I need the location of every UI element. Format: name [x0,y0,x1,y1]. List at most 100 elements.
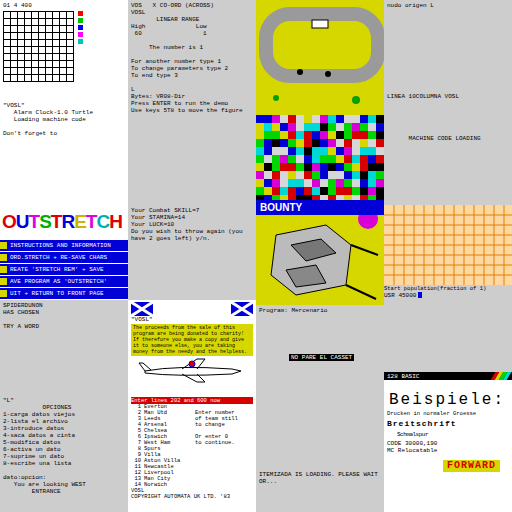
grid-cell [25,26,32,33]
logo-letter: S [39,211,51,232]
grid-cell [60,68,67,75]
grid-cell [11,75,18,82]
text-line: 8-escribe una lista [3,460,125,467]
menu-item[interactable]: ORD.STRETCH + RE-SAVE CHARS [0,251,128,263]
logo-letter: T [29,211,40,232]
grid-cell [32,33,39,40]
menu-item[interactable]: INSTRUCTIONS AND INFORMATION [0,239,128,251]
program-label: "VOSL" [131,316,253,323]
screenshot-tile: "VOSL" Alarm Clock-1.0 Turtle Loading ma… [0,100,128,205]
text-line: Your STAMINA=14 [131,214,253,221]
grid-cell [32,12,39,19]
wide-print-sample: Breitschrift [387,418,509,430]
grid-cell [25,54,32,61]
text-line: 3-introduce datos [3,425,125,432]
grid-cell [67,33,74,40]
text-line: The number is 1 [131,44,253,51]
text-line: Your LUCK=10 [131,221,253,228]
text-line: ENTRANCE [3,488,125,495]
grid-cell [18,12,25,19]
grid-cell [11,68,18,75]
text-line: MACHINE CODE LOADING [387,135,509,142]
cassette-notice: NO PARE EL CASSET [289,354,354,361]
grid-cell [53,19,60,26]
menu-item[interactable]: UIT + RETURN TO FRONT PAGE [0,287,128,299]
grid-cell [18,47,25,54]
grid-cell [46,40,53,47]
charity-notice: The proceeds from the sale of this progr… [131,324,253,356]
logo-letter: R [61,211,74,232]
grid-cell [4,75,11,82]
grid-cell [39,26,46,33]
grid-cell [18,54,25,61]
grid-cell [18,75,25,82]
text-line: 6-activa un dato [3,446,125,453]
text-line: To change parameters type 2 [131,65,253,72]
screenshot-tile: BOUNTY [256,200,384,305]
grid-cell [46,75,53,82]
grid-cell [25,75,32,82]
menu-item[interactable]: AVE PROGRAM AS 'OUTSTRETCH' [0,275,128,287]
legend-dot [78,25,83,30]
grid-cell [39,68,46,75]
menu-key-icon [0,266,7,273]
grid-cell [39,61,46,68]
grid-cell [32,54,39,61]
screenshot-tile: Start population(fraction of 1)USR 45000 [384,205,512,300]
legend-dot [78,32,83,37]
grid-cell [25,19,32,26]
grid-cell [39,19,46,26]
grid-cell [67,61,74,68]
grid-cell [39,54,46,61]
grid-cell [53,26,60,33]
text-line: "L" [3,397,125,404]
logo-letter: H [109,211,122,232]
grid-cell [4,61,11,68]
cursor [418,292,422,298]
mosaic-column: VOS X CO-ORD (ACROSS)VOSL LINEAR RANGEHi… [128,0,256,512]
game-title: BOUNTY [256,200,384,215]
menu-item[interactable]: REATE 'STRETCH REM' + SAVE [0,263,128,275]
text-line: 7-suprime un dato [3,453,125,460]
loading-status: ITEMIZADA IS LOADING. PLEASE WAIT OR... [259,471,381,485]
grid-cell [60,40,67,47]
text-line: For another number type 1 [131,58,253,65]
grid-cell [25,40,32,47]
grid-cell [32,26,39,33]
screenshot-tile: 128 BASIC [384,300,512,380]
grid-cell [67,54,74,61]
teams-list: 1Everton2Man Utd3Leeds4Arsenal5Chelsea6I… [131,404,189,488]
grid-cell [53,12,60,19]
grid-cell [11,61,18,68]
logo-letter: C [96,211,109,232]
grid-cell [53,40,60,47]
spitfire-icon [137,357,247,383]
text-line: Alarm Clock-1.0 Turtle [3,109,125,116]
grid-cell [39,12,46,19]
screenshot-tile: SPIDERDUNONHAS CHOSENTRY A WORD [0,300,128,395]
grid-cell [11,40,18,47]
grid-cell [60,12,67,19]
grid-cell [39,40,46,47]
saltire-flag-icon [231,302,253,316]
grid-cell [11,26,18,33]
grid-cell [60,61,67,68]
grid-cell [60,26,67,33]
grid-cell [46,54,53,61]
grid-cell [67,26,74,33]
text-line: dato:opcion: [3,474,125,481]
screenshot-mosaic: 01 4 400"VOSL" Alarm Clock-1.0 Turtle Lo… [0,0,512,512]
logo-letter: T [86,211,97,232]
grid-cell [67,40,74,47]
menu-key-icon [0,242,7,249]
grid-cell [18,68,25,75]
narrow-print-sample: Schmalspur [397,430,509,440]
